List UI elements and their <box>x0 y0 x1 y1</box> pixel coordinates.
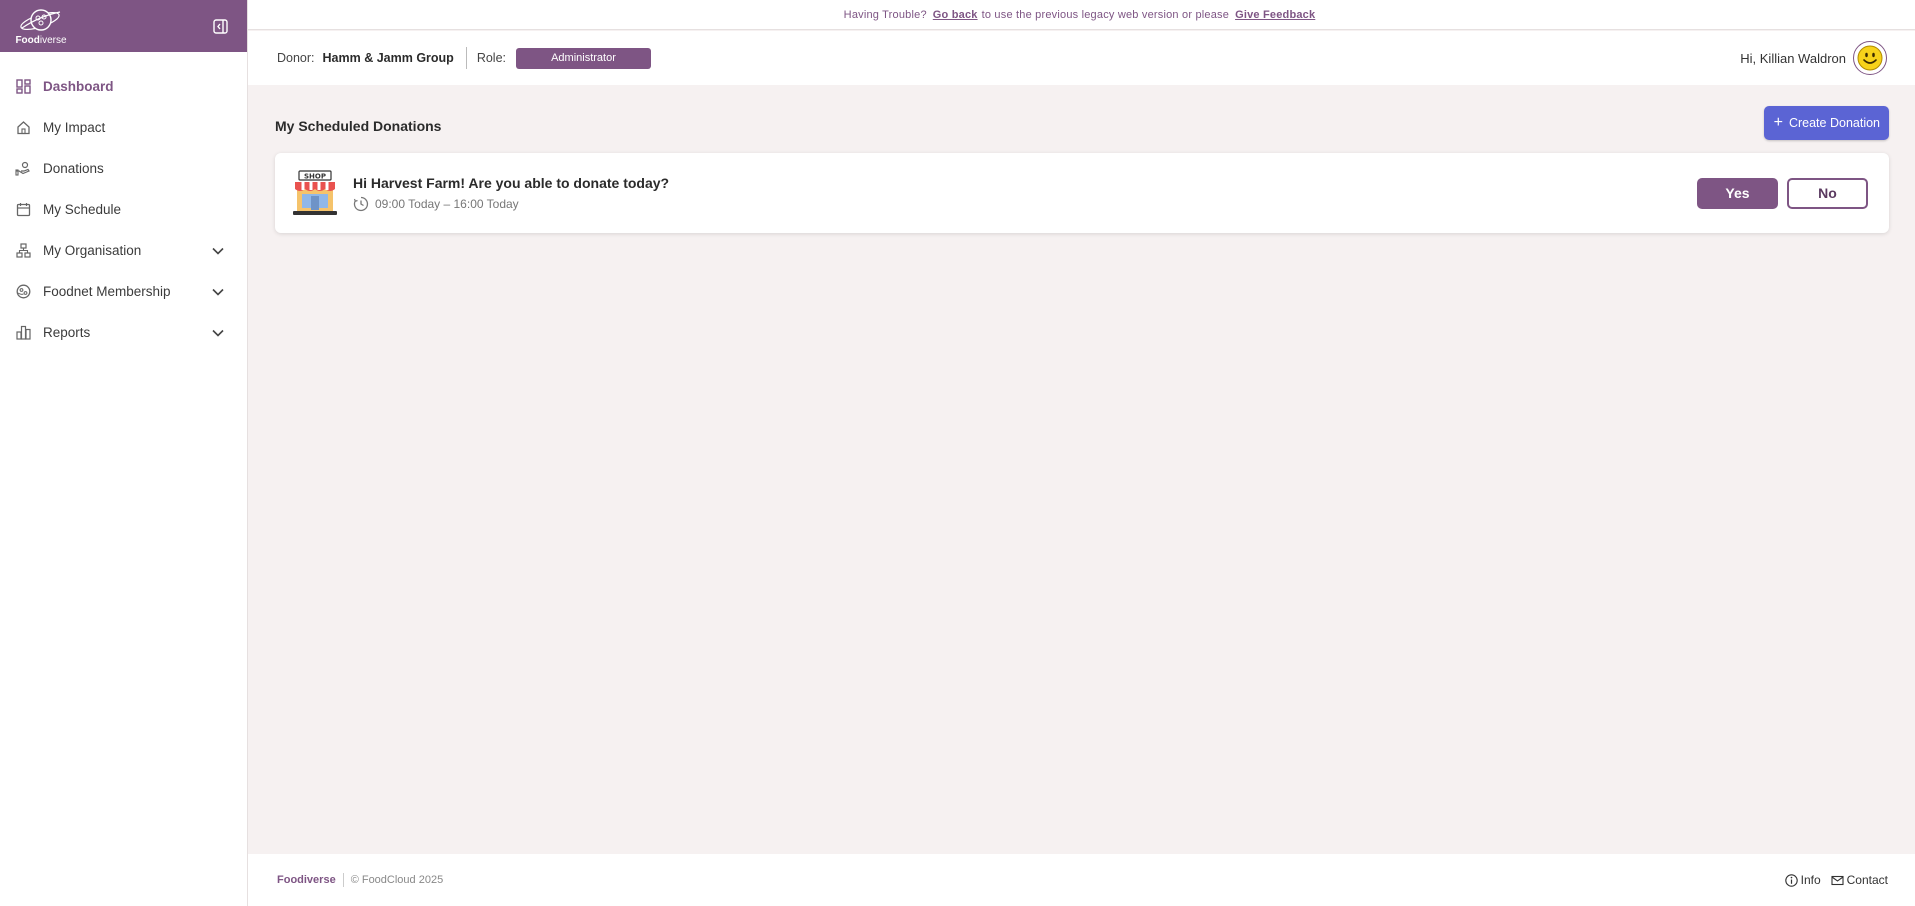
sidebar-nav: Dashboard My Impact Donations My Schedul… <box>0 52 247 353</box>
sidebar-item-label: Reports <box>43 325 91 340</box>
sidebar-item-label: My Organisation <box>43 243 142 258</box>
smiley-avatar-icon <box>1857 45 1883 71</box>
avatar[interactable] <box>1853 41 1887 75</box>
role-label: Role: <box>476 51 506 65</box>
footer-brand-link[interactable]: Foodiverse <box>277 874 336 886</box>
hand-donation-icon <box>15 161 31 177</box>
scheduled-donation-card: SHOP Hi Harvest Farm! Are you able to do… <box>275 153 1889 233</box>
page-header: Donor: Hamm & Jamm Group Role: Administr… <box>248 31 1915 85</box>
network-icon <box>15 284 31 300</box>
section-title: My Scheduled Donations <box>275 118 442 134</box>
plus-icon: + <box>1773 114 1783 131</box>
page-footer: Foodiverse © FoodCloud 2025 Info Contact <box>248 854 1915 906</box>
go-back-link[interactable]: Go back <box>933 9 978 21</box>
collapse-panel-icon <box>212 18 228 34</box>
sidebar-item-my-schedule[interactable]: My Schedule <box>0 189 247 230</box>
yes-button[interactable]: Yes <box>1697 177 1778 209</box>
contact-label: Contact <box>1846 873 1888 887</box>
calendar-icon <box>15 202 31 218</box>
section-header: My Scheduled Donations + Create Donation <box>275 85 1889 147</box>
foodiverse-logo[interactable]: Foodiverse <box>10 6 72 46</box>
footer-copyright: © FoodCloud 2025 <box>350 874 444 886</box>
sidebar-item-dashboard[interactable]: Dashboard <box>0 66 247 107</box>
mail-icon <box>1831 874 1844 887</box>
no-button[interactable]: No <box>1787 177 1868 209</box>
donation-question: Hi Harvest Farm! Are you able to donate … <box>353 174 670 191</box>
home-icon <box>15 120 31 136</box>
banner-prefix: Having Trouble? <box>843 8 927 21</box>
sidebar-item-label: Donations <box>43 161 104 176</box>
create-donation-label: Create Donation <box>1788 116 1880 130</box>
shop-icon: SHOP <box>291 169 339 217</box>
footer-divider <box>342 873 344 887</box>
sidebar-item-label: Dashboard <box>43 79 114 94</box>
user-greeting: Hi, Killian Waldron <box>1740 50 1846 66</box>
sidebar-item-foodnet-membership[interactable]: Foodnet Membership <box>0 271 247 312</box>
logo-wordmark: Foodiverse <box>15 35 67 46</box>
org-chart-icon <box>15 243 31 259</box>
sidebar-item-my-organisation[interactable]: My Organisation <box>0 230 247 271</box>
time-range: 09:00 Today – 16:00 Today <box>375 196 519 211</box>
chevron-down-icon[interactable] <box>211 326 225 340</box>
donation-time: 09:00 Today – 16:00 Today <box>353 196 1697 212</box>
role-badge: Administrator <box>516 47 651 69</box>
planet-logo-icon <box>20 9 61 31</box>
info-label: Info <box>1800 873 1821 887</box>
card-text: Hi Harvest Farm! Are you able to donate … <box>353 175 1697 212</box>
info-link[interactable]: Info <box>1784 873 1821 887</box>
main-content: My Scheduled Donations + Create Donation… <box>248 85 1915 854</box>
sidebar-item-label: Foodnet Membership <box>43 284 171 299</box>
sidebar-item-reports[interactable]: Reports <box>0 312 247 353</box>
bar-chart-icon <box>15 325 31 341</box>
chevron-down-icon[interactable] <box>211 244 225 258</box>
sidebar-item-my-impact[interactable]: My Impact <box>0 107 247 148</box>
collapse-sidebar-button[interactable] <box>211 17 229 35</box>
chevron-down-icon[interactable] <box>211 285 225 299</box>
sidebar: Foodiverse Dashboard My Impact Donations… <box>0 0 248 906</box>
header-divider <box>465 47 467 69</box>
banner-middle: to use the previous legacy web version o… <box>981 8 1230 21</box>
create-donation-button[interactable]: + Create Donation <box>1763 106 1889 140</box>
give-feedback-link[interactable]: Give Feedback <box>1235 9 1315 21</box>
legacy-banner: Having Trouble? Go back to use the previ… <box>248 0 1915 30</box>
contact-link[interactable]: Contact <box>1831 873 1888 887</box>
sidebar-item-label: My Impact <box>43 120 106 135</box>
brand-bar: Foodiverse <box>0 0 247 52</box>
sidebar-item-donations[interactable]: Donations <box>0 148 247 189</box>
donor-label: Donor: <box>277 51 315 65</box>
svg-text:SHOP: SHOP <box>304 173 326 181</box>
clock-icon <box>353 196 369 212</box>
donor-name: Hamm & Jamm Group <box>322 51 454 65</box>
sidebar-item-label: My Schedule <box>43 202 122 217</box>
dashboard-icon <box>15 79 31 95</box>
info-icon <box>1784 873 1798 887</box>
